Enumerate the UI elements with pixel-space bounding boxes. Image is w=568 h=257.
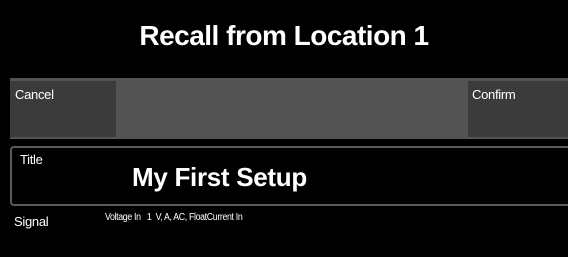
signal-label: Signal [14, 214, 49, 229]
page-title: Recall from Location 1 [139, 20, 429, 51]
signal-row: Signal Voltage In 1 V, A, AC, FloatCurre… [14, 210, 564, 230]
confirm-button-label: Confirm [472, 87, 516, 102]
title-field-label: Title [20, 152, 43, 167]
signal-value: Voltage In 1 V, A, AC, FloatCurrent In [105, 212, 243, 223]
title-field[interactable]: Title My First Setup [10, 146, 568, 206]
cancel-button-label: Cancel [15, 87, 54, 102]
action-bar: Cancel Confirm [10, 78, 568, 139]
recall-screen: Recall from Location 1 Cancel Confirm Ti… [0, 0, 568, 257]
header-bar: Recall from Location 1 [0, 0, 568, 76]
cancel-button[interactable]: Cancel [10, 81, 116, 137]
confirm-button[interactable]: Confirm [468, 81, 568, 137]
title-field-value: My First Setup [132, 162, 307, 192]
